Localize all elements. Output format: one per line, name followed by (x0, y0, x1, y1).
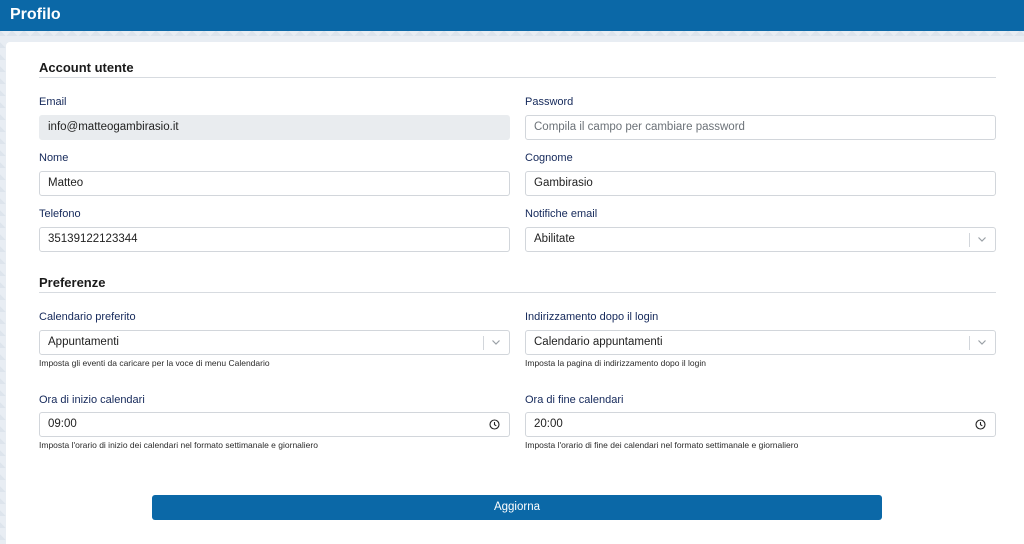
calendario-preferito-select[interactable]: Appuntamenti (39, 330, 510, 355)
chevron-down-icon[interactable] (977, 335, 987, 349)
cognome-label: Cognome (525, 152, 573, 164)
password-label: Password (525, 96, 574, 108)
telefono-field[interactable]: 35139122123344 (39, 227, 510, 252)
clock-icon[interactable] (975, 419, 986, 430)
section-divider (39, 292, 996, 293)
nome-label: Nome (39, 152, 69, 164)
section-title-preferences: Preferenze (39, 275, 106, 290)
ora-fine-label: Ora di fine calendari (525, 394, 624, 406)
email-field: info@matteogambirasio.it (39, 115, 510, 140)
notifiche-select[interactable]: Abilitate (525, 227, 996, 252)
chevron-down-icon[interactable] (977, 232, 987, 246)
section-divider (39, 77, 996, 78)
ora-inizio-value: 09:00 (48, 418, 77, 430)
redirect-login-select[interactable]: Calendario appuntamenti (525, 330, 996, 355)
aggiorna-button[interactable]: Aggiorna (152, 495, 882, 520)
nome-field[interactable]: Matteo (39, 171, 510, 196)
profile-form-card: Account utente Email info@matteogambiras… (6, 42, 1024, 544)
ora-fine-time-input[interactable]: 20:00 (525, 412, 996, 437)
calendario-preferito-value: Appuntamenti (48, 336, 119, 348)
ora-inizio-help: Imposta l'orario di inizio dei calendari… (39, 440, 318, 450)
email-label: Email (39, 96, 67, 108)
password-field[interactable]: Compila il campo per cambiare password (525, 115, 996, 140)
notifiche-label: Notifiche email (525, 208, 598, 220)
notifiche-value: Abilitate (534, 233, 575, 245)
select-divider (969, 233, 970, 247)
redirect-login-help: Imposta la pagina di indirizzamento dopo… (525, 358, 706, 368)
cognome-field[interactable]: Gambirasio (525, 171, 996, 196)
ora-fine-help: Imposta l'orario di fine dei calendari n… (525, 440, 799, 450)
redirect-login-value: Calendario appuntamenti (534, 336, 663, 348)
redirect-login-label: Indirizzamento dopo il login (525, 311, 659, 323)
chevron-down-icon[interactable] (491, 335, 501, 349)
select-divider (969, 336, 970, 350)
telefono-label: Telefono (39, 208, 81, 220)
select-divider (483, 336, 484, 350)
ora-inizio-time-input[interactable]: 09:00 (39, 412, 510, 437)
calendario-preferito-label: Calendario preferito (39, 311, 136, 323)
section-title-account: Account utente (39, 60, 134, 75)
ora-fine-value: 20:00 (534, 418, 563, 430)
page-title: Profilo (10, 6, 61, 23)
calendario-preferito-help: Imposta gli eventi da caricare per la vo… (39, 358, 270, 368)
top-bar: Profilo (0, 0, 1024, 31)
clock-icon[interactable] (489, 419, 500, 430)
ora-inizio-label: Ora di inizio calendari (39, 394, 145, 406)
